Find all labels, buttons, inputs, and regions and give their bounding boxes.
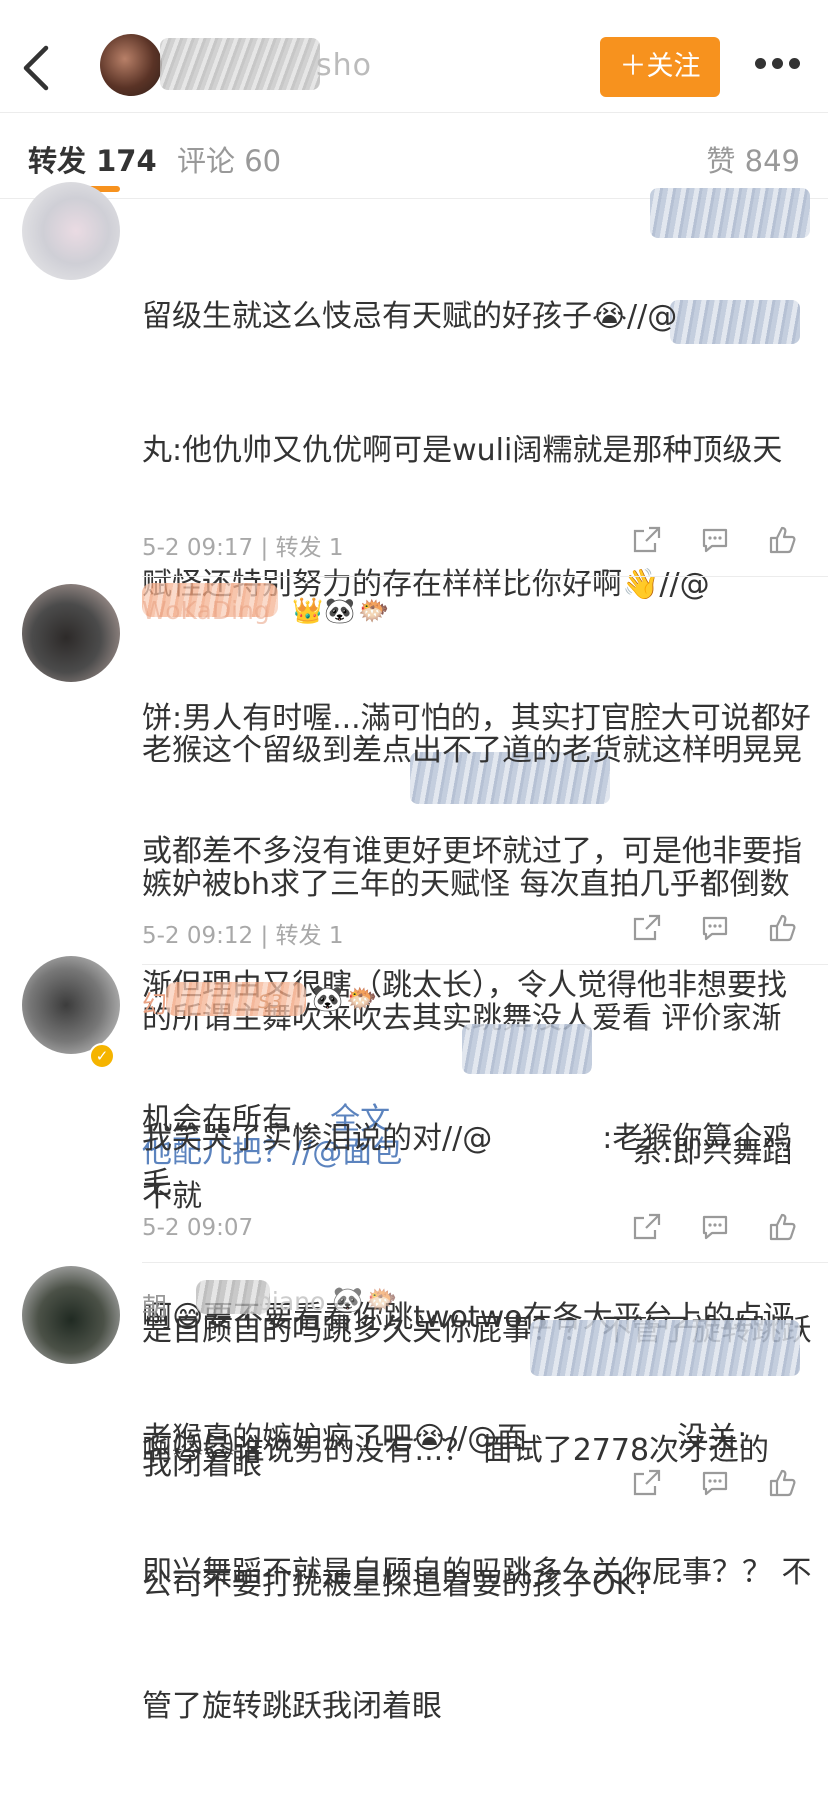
comment-icon[interactable] [700, 913, 730, 943]
blurred-username [166, 982, 306, 1016]
divider [142, 964, 828, 965]
level-badge: S3 [258, 991, 283, 1013]
username[interactable]: WoKaDing [142, 596, 270, 625]
like-icon[interactable] [768, 525, 798, 555]
like-icon[interactable] [768, 913, 798, 943]
share-icon[interactable] [632, 1468, 662, 1498]
panda-icon: 🐼 [324, 596, 356, 625]
action-group [628, 525, 828, 559]
verified-badge-icon: ✓ [89, 1043, 115, 1069]
action-group [628, 913, 828, 947]
like-icon[interactable] [768, 1212, 798, 1242]
pufferfish-icon: 🐡 [366, 1285, 398, 1314]
pufferfish-icon: 🐡 [358, 596, 390, 625]
avatar[interactable] [22, 1266, 120, 1364]
follow-button[interactable]: ＋关注 [600, 37, 720, 97]
avatar[interactable] [22, 956, 120, 1054]
more-dots-icon[interactable] [752, 58, 802, 76]
divider [142, 1262, 828, 1263]
panda-icon: 🐼 [332, 1285, 364, 1314]
comment-icon[interactable] [700, 1468, 730, 1498]
tab-repost[interactable]: 转发 174 [28, 138, 157, 180]
vip-crown-icon: 👑 [292, 596, 324, 625]
avatar[interactable] [22, 182, 120, 280]
pufferfish-icon: 🐡 [346, 984, 378, 1013]
share-icon[interactable] [632, 1212, 662, 1242]
blurred-username [160, 38, 320, 90]
avatar[interactable] [22, 584, 120, 682]
divider [142, 576, 828, 577]
username[interactable]: 朝 [142, 1287, 167, 1323]
action-group [628, 1212, 828, 1246]
repost-text: 老猴真的嫉妒疯了吧😭//@面 没关: 即兴舞蹈不就是自顾自的吗跳多久关你屁事？？ … [142, 1421, 812, 1724]
repost-meta: 5-2 09:17 | 转发 1 [142, 535, 344, 561]
share-icon[interactable] [632, 525, 662, 555]
like-icon[interactable] [768, 1468, 798, 1498]
tab-like[interactable]: 赞 849 [706, 138, 800, 180]
share-icon[interactable] [632, 913, 662, 943]
top-nav-bar: sho ＋关注 [0, 0, 828, 113]
repost-meta: 5-2 09:12 | 转发 1 [142, 923, 344, 949]
username[interactable]: 幻 [142, 985, 167, 1021]
tab-comment[interactable]: 评论 60 [177, 138, 281, 180]
user-avatar[interactable] [100, 34, 162, 96]
action-group [628, 1468, 828, 1502]
repost-meta: 5-2 09:07 [142, 1215, 254, 1241]
comment-icon[interactable] [700, 1212, 730, 1242]
comment-icon[interactable] [700, 525, 730, 555]
nav-username[interactable]: sho [316, 48, 372, 83]
username-tail: piano [256, 1287, 326, 1316]
panda-icon: 🐼 [312, 984, 344, 1013]
chevron-left-icon[interactable] [16, 44, 56, 92]
tab-bar: 转发 174 评论 60 赞 849 [0, 112, 828, 199]
